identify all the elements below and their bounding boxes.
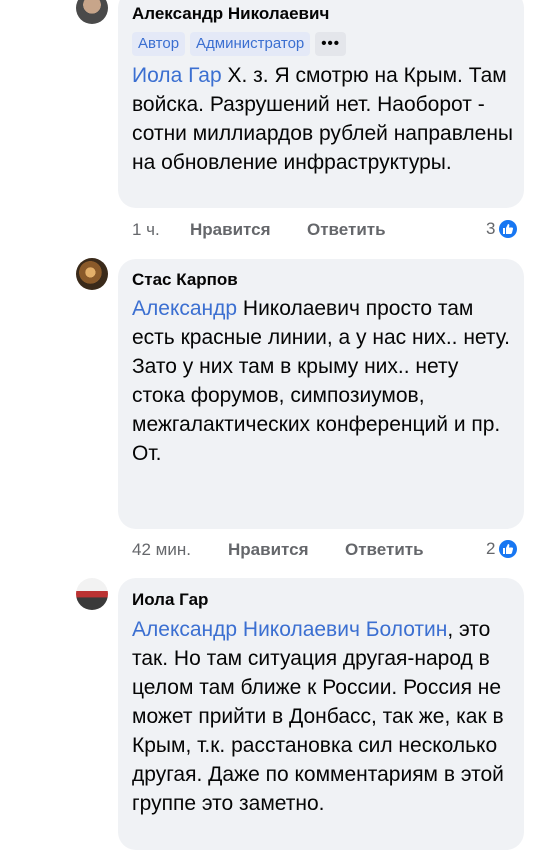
more-options-button[interactable]: ••• xyxy=(315,32,347,56)
comment-timestamp[interactable]: 42 мин. xyxy=(132,540,191,560)
mention-link[interactable]: Александр xyxy=(132,297,237,320)
comment-body-line: Зато у них там в крыму них.. нету стока … xyxy=(132,355,501,436)
comment-text: Александр Николаевич просто там есть кра… xyxy=(132,294,517,468)
comment-author[interactable]: Иола Гар xyxy=(132,590,208,610)
reaction-count: 2 xyxy=(486,539,496,558)
reaction-summary[interactable]: 2 xyxy=(486,539,518,559)
mention-link[interactable]: Иола Гар xyxy=(132,64,222,87)
avatar[interactable] xyxy=(76,258,108,290)
like-button[interactable]: Нравится xyxy=(228,540,309,560)
admin-badge: Администратор xyxy=(190,32,311,56)
comment-body-line: От. xyxy=(132,442,162,465)
comment-author[interactable]: Александр Николаевич xyxy=(132,4,329,24)
avatar[interactable] xyxy=(76,578,108,610)
comment-timestamp[interactable]: 1 ч. xyxy=(132,220,160,240)
like-button[interactable]: Нравится xyxy=(190,220,271,240)
reply-button[interactable]: Ответить xyxy=(307,220,386,240)
reaction-summary[interactable]: 3 xyxy=(486,219,518,239)
comment-text: Иола Гар Х. з. Я смотрю на Крым. Там вой… xyxy=(132,61,517,177)
thumbs-up-icon xyxy=(499,540,518,558)
comment-body: , это так. Но там ситуация другая-народ … xyxy=(132,618,504,815)
comment-author[interactable]: Стас Карпов xyxy=(132,270,238,290)
avatar[interactable] xyxy=(76,0,108,24)
reply-button[interactable]: Ответить xyxy=(345,540,424,560)
comment-text: Александр Николаевич Болотин, это так. Н… xyxy=(132,615,517,818)
thumbs-up-icon xyxy=(499,220,518,238)
reaction-count: 3 xyxy=(486,219,496,238)
author-badge: Автор xyxy=(132,32,186,56)
author-badges: Автор Администратор ••• xyxy=(132,32,347,56)
mention-link[interactable]: Александр Николаевич Болотин xyxy=(132,618,447,641)
